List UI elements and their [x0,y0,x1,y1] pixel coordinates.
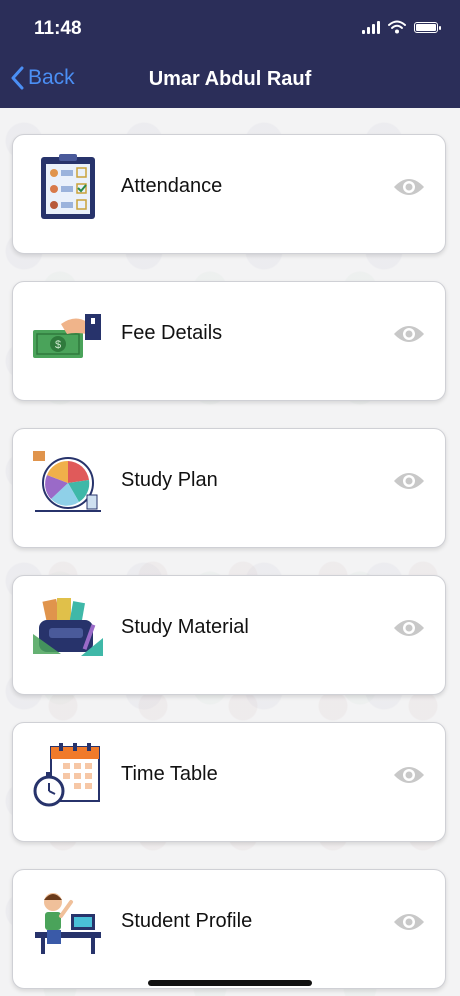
eye-icon[interactable] [393,324,425,344]
menu-item-study-plan[interactable]: Study Plan [12,428,446,548]
menu-item-label: Attendance [121,175,223,197]
signal-icon [362,20,380,34]
header-bar: 11:48 Back Umar Abdul Rauf [0,0,460,108]
time-table-calendar-icon [33,743,100,807]
page-title: Umar Abdul Rauf [148,68,312,90]
status-time: 11:48 [34,18,82,39]
battery-icon [414,21,441,33]
eye-icon[interactable] [393,618,425,638]
menu-item-fee-details[interactable]: $ Fee Details [12,281,446,401]
study-plan-chart-icon [33,451,101,512]
menu-item-label: Study Material [121,616,249,638]
menu-item-attendance[interactable]: Attendance [12,134,446,254]
menu-item-time-table[interactable]: Time Table [12,722,446,842]
eye-icon[interactable] [393,177,425,197]
menu-item-label: Time Table [121,763,218,785]
eye-icon[interactable] [393,912,425,932]
attendance-clipboard-icon [41,154,95,219]
menu-item-student-profile[interactable]: Student Profile [12,869,446,989]
wifi-icon [388,20,406,34]
menu-item-study-material[interactable]: Study Material [12,575,446,695]
student-profile-icon [35,893,101,954]
eye-icon[interactable] [393,471,425,491]
svg-text:$: $ [55,339,61,351]
study-material-books-icon [33,598,103,656]
home-indicator[interactable] [148,980,312,986]
status-icons [362,20,441,34]
eye-icon[interactable] [393,765,425,785]
menu-item-label: Fee Details [121,322,223,344]
fee-money-icon: $ [33,314,101,358]
menu-item-label: Student Profile [121,910,253,932]
menu-item-label: Study Plan [121,469,218,491]
